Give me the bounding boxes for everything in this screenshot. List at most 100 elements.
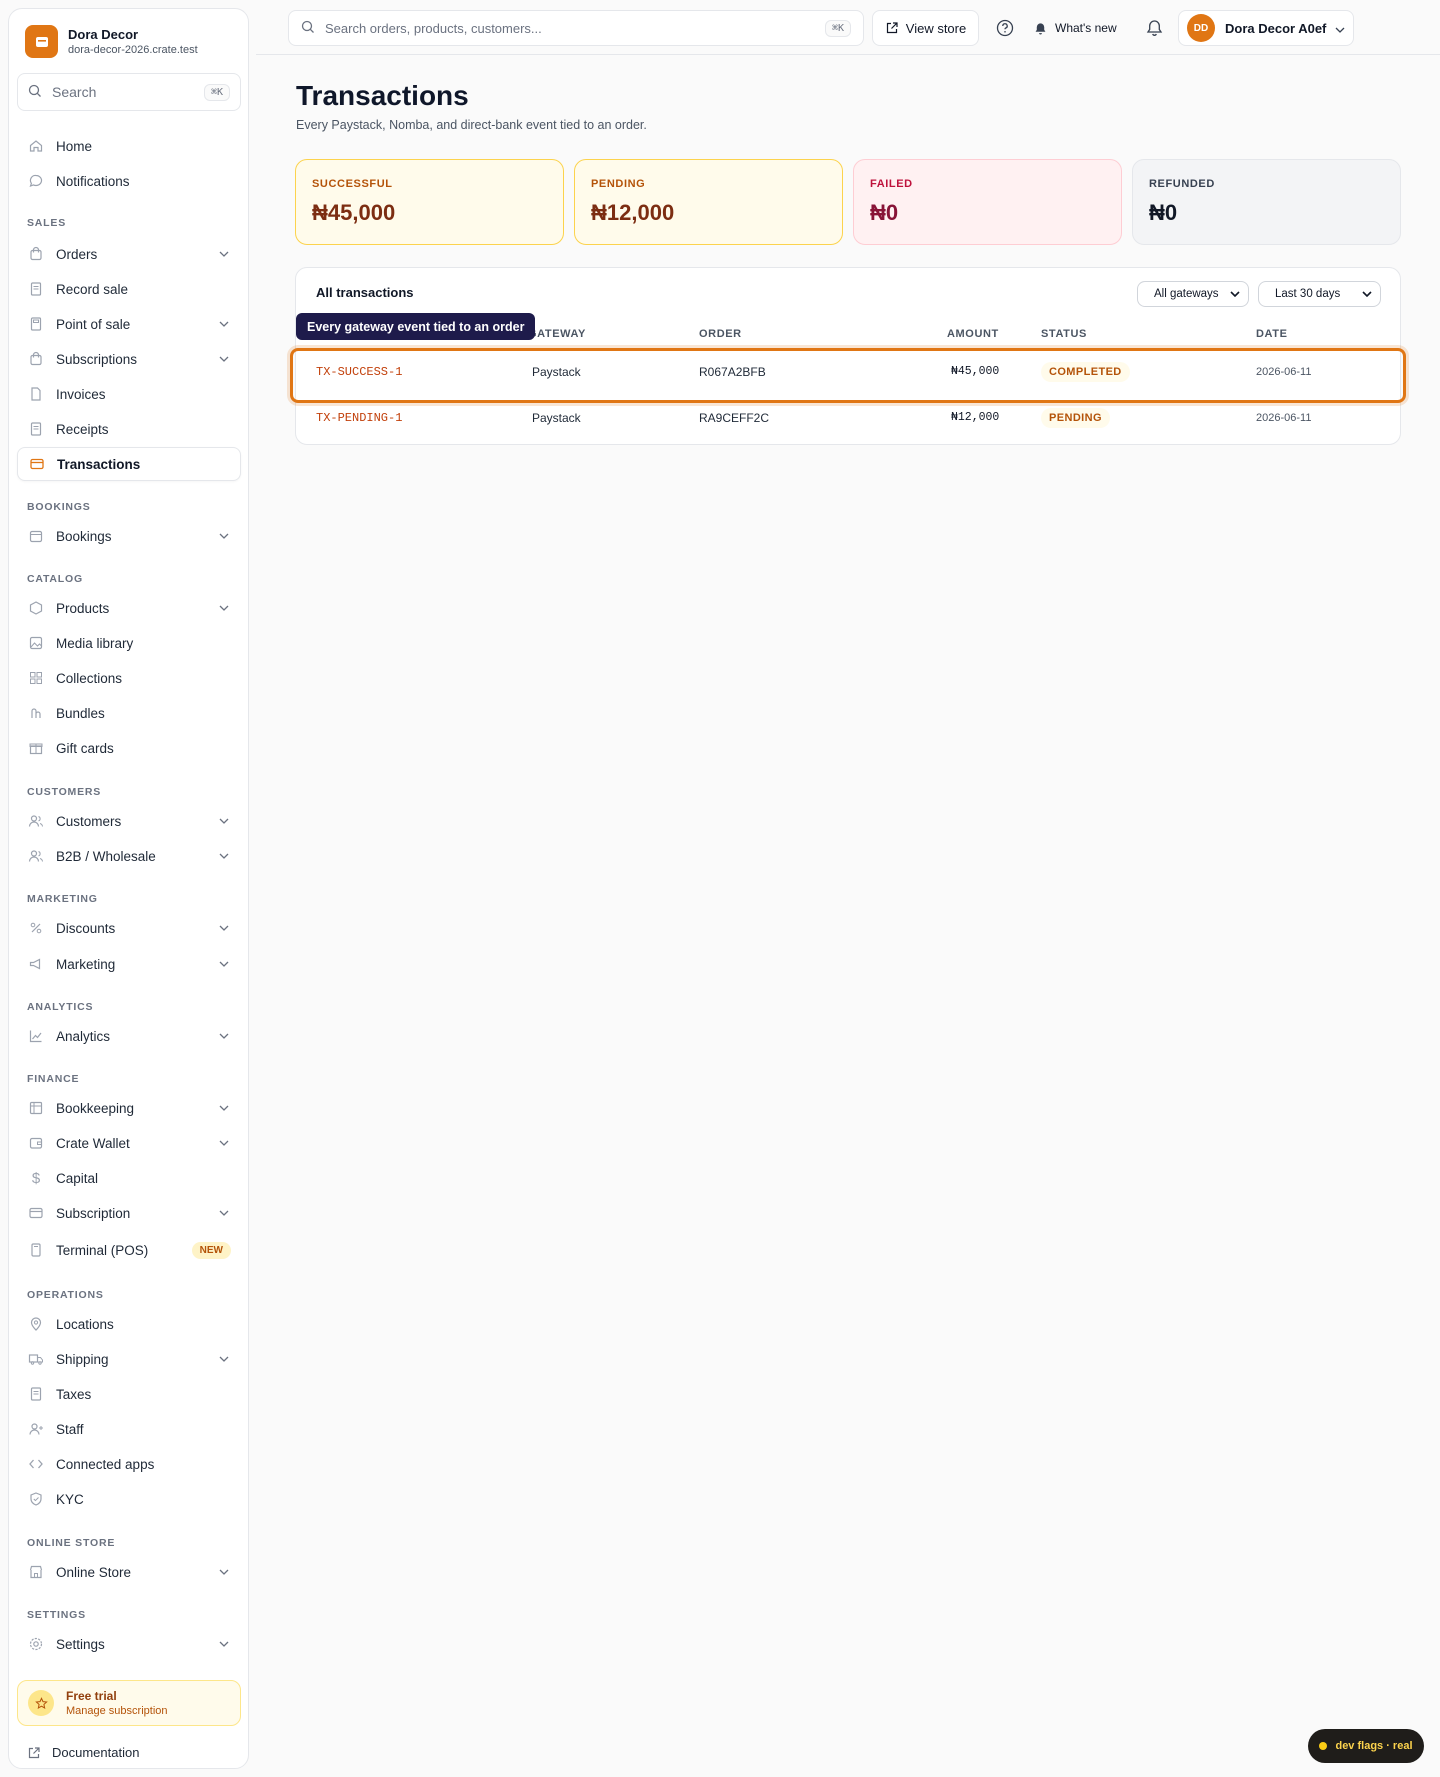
- stat-value: ₦12,000: [591, 200, 675, 225]
- terminal-icon: [27, 1241, 45, 1259]
- sidebar-item-invoices[interactable]: Invoices: [17, 377, 241, 411]
- users-icon: [27, 847, 45, 865]
- chevron-down-icon: [217, 601, 231, 615]
- chevron-down-icon: [217, 317, 231, 331]
- user-plus-icon: [27, 1420, 45, 1438]
- sidebar-item-subscriptions[interactable]: Subscriptions: [17, 342, 241, 376]
- sidebar-item-media-library[interactable]: Media library: [17, 626, 241, 660]
- sidebar-item-marketing[interactable]: Marketing: [17, 947, 241, 981]
- sidebar-item-staff[interactable]: Staff: [17, 1412, 241, 1446]
- bell-filled-icon: [1034, 22, 1047, 35]
- sidebar-item-online-store[interactable]: Online Store: [17, 1555, 241, 1589]
- sidebar-item-customers[interactable]: Customers: [17, 804, 241, 838]
- bell-icon[interactable]: [1142, 16, 1166, 40]
- chevron-down-icon: [217, 1029, 231, 1043]
- sidebar-item-record-sale[interactable]: Record sale: [17, 272, 241, 306]
- column-gateway[interactable]: GATEWAY: [528, 328, 586, 340]
- section-finance: FINANCE: [27, 1073, 80, 1085]
- users-icon: [27, 812, 45, 830]
- star-icon: [28, 1690, 54, 1716]
- help-icon[interactable]: [993, 16, 1017, 40]
- date-range-select[interactable]: Last 30 days: [1258, 281, 1381, 307]
- sidebar-item-kyc[interactable]: KYC: [17, 1482, 241, 1516]
- whats-new-button[interactable]: What's new: [1034, 16, 1117, 40]
- chevron-down-icon: [217, 529, 231, 543]
- sidebar-item-notifications[interactable]: Notifications: [17, 164, 241, 198]
- sidebar-item-terminal-pos[interactable]: Terminal (POS) NEW: [17, 1233, 241, 1267]
- sidebar-item-capital[interactable]: $ Capital: [17, 1161, 241, 1195]
- user-menu-button[interactable]: DD Dora Decor A0ef: [1178, 10, 1354, 46]
- sidebar-item-bookings[interactable]: Bookings: [17, 519, 241, 553]
- sidebar-item-transactions[interactable]: Transactions: [17, 447, 241, 481]
- sidebar-item-shipping[interactable]: Shipping: [17, 1342, 241, 1376]
- gateway-filter-select[interactable]: All gateways: [1137, 281, 1249, 307]
- sidebar-item-b2b[interactable]: B2B / Wholesale: [17, 839, 241, 873]
- sidebar-item-connected-apps[interactable]: Connected apps: [17, 1447, 241, 1481]
- transaction-ref-link[interactable]: TX-SUCCESS-1: [316, 365, 402, 379]
- table-row[interactable]: TX-PENDING-1 Paystack RA9CEFF2C ₦12,000 …: [296, 396, 1400, 442]
- free-trial-title: Free trial: [66, 1688, 117, 1703]
- sidebar-item-discounts[interactable]: Discounts: [17, 911, 241, 945]
- transaction-ref-link[interactable]: TX-PENDING-1: [316, 411, 402, 425]
- status-badge: COMPLETED: [1041, 362, 1130, 382]
- column-status[interactable]: STATUS: [1041, 328, 1087, 340]
- sidebar-item-bundles[interactable]: Bundles: [17, 696, 241, 730]
- chevron-down-icon: [217, 921, 231, 935]
- section-customers: CUSTOMERS: [27, 786, 102, 798]
- sidebar-item-receipts[interactable]: Receipts: [17, 412, 241, 446]
- chevron-down-icon: [217, 247, 231, 261]
- column-amount[interactable]: AMOUNT: [947, 328, 999, 340]
- stat-value: ₦45,000: [312, 200, 396, 225]
- chevron-down-icon: [1335, 20, 1345, 36]
- section-sales: SALES: [27, 217, 67, 229]
- section-operations: OPERATIONS: [27, 1289, 104, 1301]
- sidebar-search[interactable]: Search ⌘K: [17, 73, 241, 111]
- topbar: Search orders, products, customers... ⌘K…: [256, 0, 1440, 55]
- sidebar-item-taxes[interactable]: Taxes: [17, 1377, 241, 1411]
- free-trial-card[interactable]: Free trial Manage subscription: [17, 1680, 241, 1726]
- documentation-link[interactable]: Documentation: [27, 1745, 139, 1760]
- brand[interactable]: Dora Decor dora-decor-2026.crate.test: [25, 25, 198, 58]
- sidebar-item-point-of-sale[interactable]: Point of sale: [17, 307, 241, 341]
- sidebar-search-shortcut: ⌘K: [203, 83, 230, 101]
- dev-flags-button[interactable]: dev flags · real: [1308, 1729, 1424, 1763]
- global-search-input[interactable]: Search orders, products, customers... ⌘K: [288, 10, 864, 46]
- avatar: DD: [1187, 14, 1215, 42]
- column-order[interactable]: ORDER: [699, 328, 742, 340]
- stat-label: FAILED: [870, 178, 913, 190]
- gear-icon: [27, 1635, 45, 1653]
- external-link-icon: [885, 21, 899, 35]
- chat-bubble-icon: [27, 172, 45, 190]
- table-row[interactable]: TX-SUCCESS-1 Paystack R067A2BFB ₦45,000 …: [296, 350, 1400, 396]
- sidebar-item-locations[interactable]: Locations: [17, 1307, 241, 1341]
- sidebar-item-analytics[interactable]: Analytics: [17, 1019, 241, 1053]
- sidebar-item-crate-wallet[interactable]: Crate Wallet: [17, 1126, 241, 1160]
- chevron-down-icon: [217, 1565, 231, 1579]
- sidebar-item-bookkeeping[interactable]: Bookkeeping: [17, 1091, 241, 1125]
- sidebar-item-collections[interactable]: Collections: [17, 661, 241, 695]
- new-badge: NEW: [191, 1241, 231, 1259]
- stat-label: SUCCESSFUL: [312, 178, 393, 190]
- sidebar-item-orders[interactable]: Orders: [17, 237, 241, 271]
- column-date[interactable]: DATE: [1256, 328, 1288, 340]
- stat-label: PENDING: [591, 178, 646, 190]
- view-store-button[interactable]: View store: [872, 10, 979, 46]
- section-online-store: ONLINE STORE: [27, 1537, 116, 1549]
- store-logo-icon: [25, 25, 58, 58]
- dollar-icon: $: [31, 1169, 41, 1187]
- chevron-down-icon: [217, 1101, 231, 1115]
- manage-subscription-link[interactable]: Manage subscription: [66, 1704, 168, 1718]
- status-dot-icon: [1319, 1742, 1328, 1750]
- stat-card-pending: PENDING ₦12,000: [574, 159, 843, 245]
- store-domain: dora-decor-2026.crate.test: [68, 43, 198, 56]
- search-icon: [28, 84, 42, 101]
- external-link-icon: [27, 1746, 41, 1760]
- sidebar-item-subscription[interactable]: Subscription: [17, 1196, 241, 1230]
- discount-icon: [27, 919, 45, 937]
- section-analytics: ANALYTICS: [27, 1001, 94, 1013]
- sidebar-item-home[interactable]: Home: [17, 129, 241, 163]
- sidebar-item-settings[interactable]: Settings: [17, 1627, 241, 1661]
- sidebar-item-products[interactable]: Products: [17, 591, 241, 625]
- sidebar-item-gift-cards[interactable]: Gift cards: [17, 731, 241, 765]
- tour-tooltip: Every gateway event tied to an order: [296, 313, 536, 340]
